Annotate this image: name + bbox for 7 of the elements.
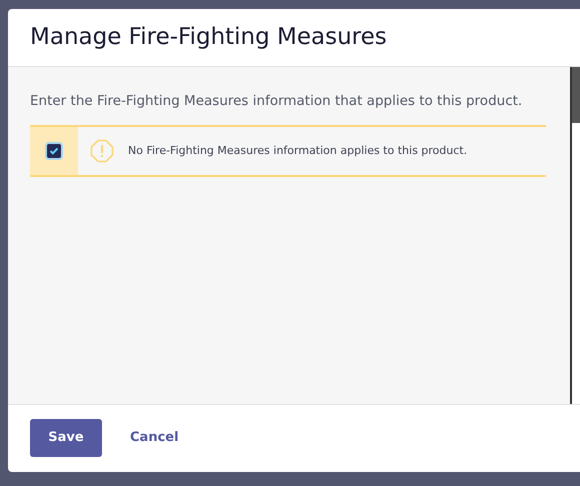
instructions-text: Enter the Fire-Fighting Measures information that applies to this product. bbox=[30, 92, 524, 111]
cancel-link[interactable]: Cancel bbox=[130, 428, 179, 448]
save-button[interactable]: Save bbox=[30, 419, 102, 457]
dialog-title: Manage Fire-Fighting Measures bbox=[30, 23, 387, 52]
option-label: No Fire-Fighting Measures information applies to this product. bbox=[128, 143, 468, 159]
warning-icon bbox=[90, 139, 114, 164]
checkbox[interactable] bbox=[47, 144, 61, 158]
